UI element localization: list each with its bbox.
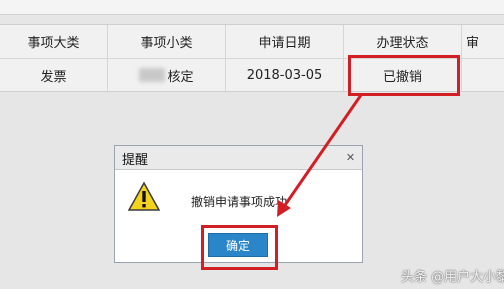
column-header-category[interactable]: 事项大类 (0, 25, 108, 58)
status-highlight-box (348, 55, 460, 96)
cell-subcategory-text: 核定 (167, 69, 194, 85)
cell-subcategory: 核定 (108, 59, 226, 91)
blurred-redaction (139, 68, 166, 82)
table-header-row: 事项大类 事项小类 申请日期 办理状态 审 (0, 25, 504, 59)
cell-category: 发票 (0, 59, 108, 91)
dialog-title: 提醒 (122, 153, 149, 168)
close-icon[interactable]: ✕ (345, 152, 356, 163)
column-header-status[interactable]: 办理状态 (344, 25, 462, 58)
warning-icon (128, 181, 160, 211)
cell-truncated (462, 59, 504, 91)
column-header-truncated[interactable]: 审 (462, 25, 504, 58)
top-toolbar-strip (0, 0, 504, 15)
watermark-text: 头条 @用户大小黎 (401, 270, 504, 285)
ok-button-highlight-box (201, 225, 278, 270)
column-header-subcategory[interactable]: 事项小类 (108, 25, 226, 58)
dialog-titlebar: 提醒 ✕ (115, 146, 362, 170)
cell-date: 2018-03-05 (226, 59, 344, 91)
dialog-message: 撤销申请事项成功 (191, 195, 288, 209)
column-header-date[interactable]: 申请日期 (226, 25, 344, 58)
